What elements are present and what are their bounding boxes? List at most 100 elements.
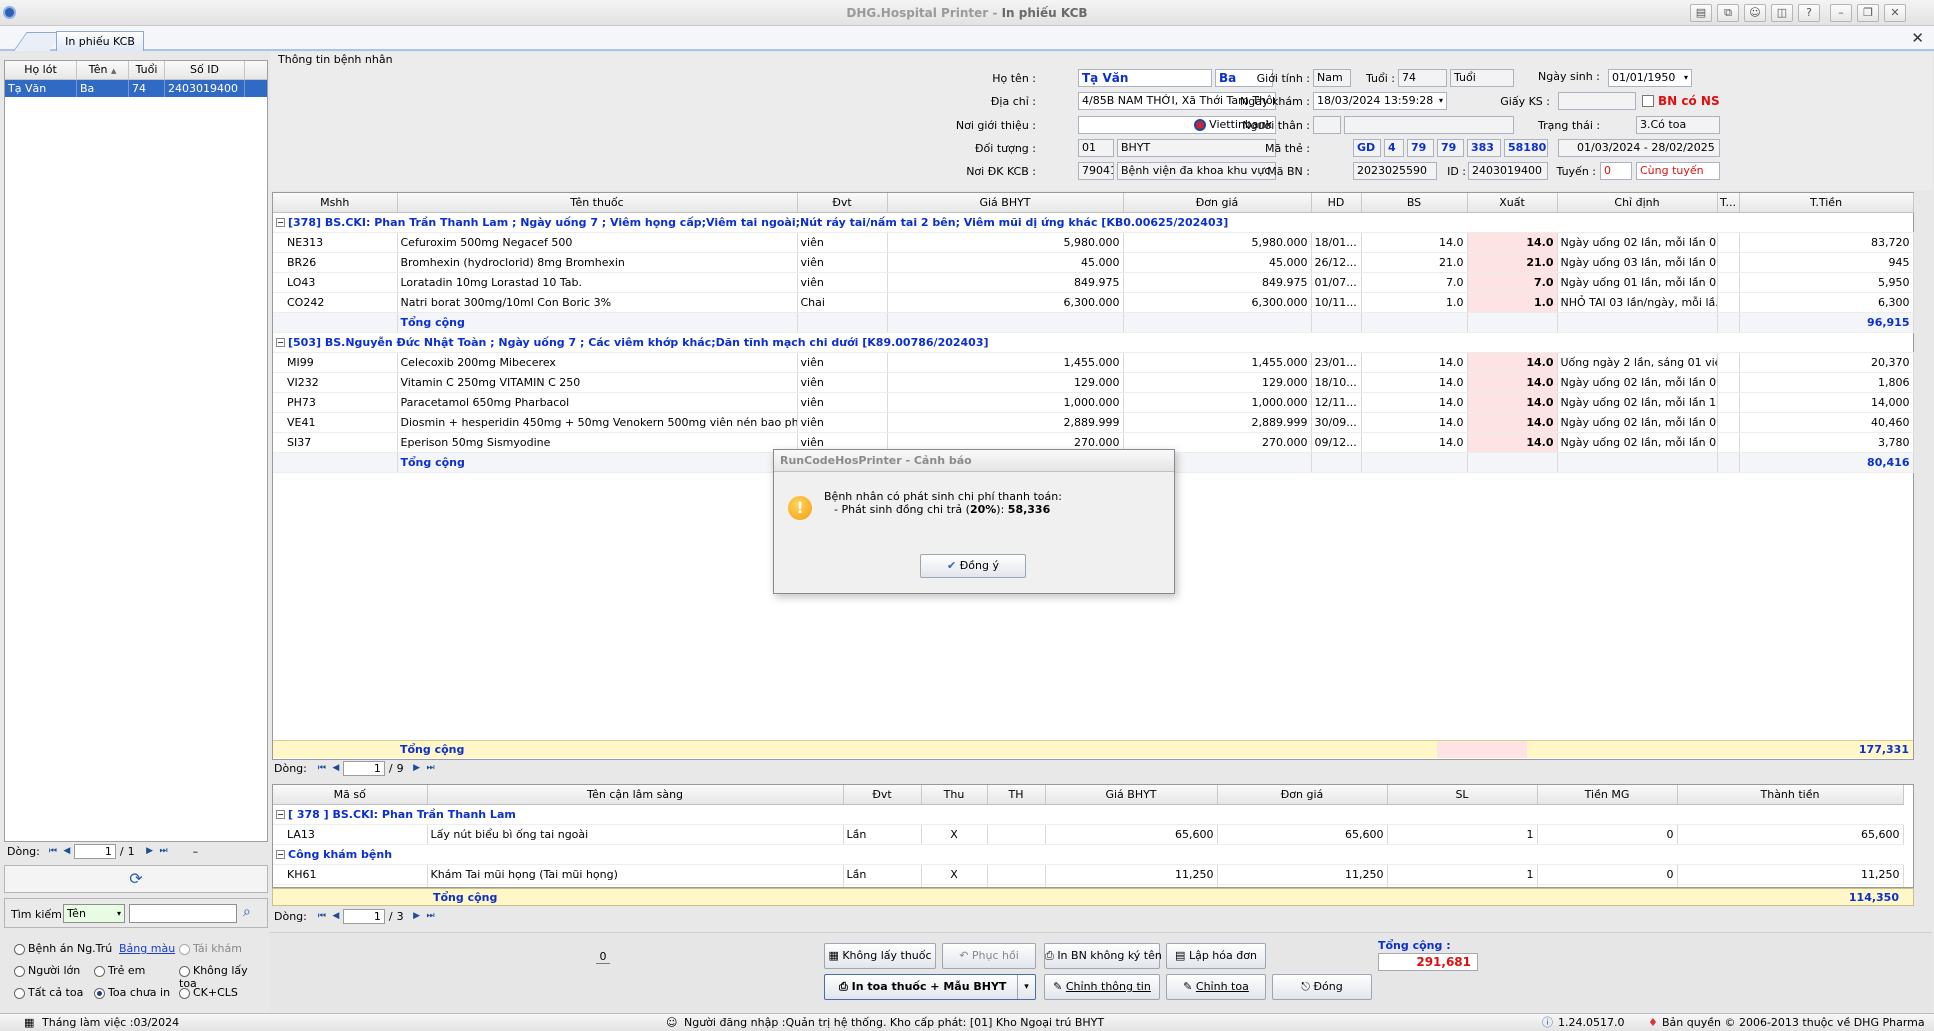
drug-col-8[interactable]: Chỉ định [1557,193,1718,213]
in-bn-button[interactable]: ⎙ In BN không ký tên [1044,943,1162,969]
cls-group-row[interactable]: −[ 378 ] BS.CKI: Phan Trần Thanh Lam [273,804,1903,825]
nguoi-than-field[interactable] [1344,116,1514,134]
next-page-icon[interactable]: ▶ [410,762,424,774]
drug-col-2[interactable]: Đvt [797,193,888,213]
noi-dk-code[interactable]: 79041 [1078,162,1114,180]
drug-col-0[interactable]: Mshh [273,193,398,213]
cls-col-4[interactable]: TH [987,785,1046,805]
next-page-icon[interactable]: ▶ [410,910,424,922]
cls-col-0[interactable]: Mã số [273,785,428,805]
col-ten[interactable]: Tên ▲ [77,61,129,79]
col-ho-lot[interactable]: Họ lót [5,61,77,79]
drug-col-5[interactable]: HD [1311,193,1362,213]
filter-ck-cls[interactable]: CK+CLS [179,986,238,999]
drug-col-10[interactable]: T.Tiền [1739,193,1914,213]
filter-tre-em[interactable]: Trẻ em [94,964,145,977]
first-page-icon[interactable]: ⏮ [315,762,329,774]
last-page-icon[interactable]: ⏭ [157,845,171,857]
filter-tat-ca-toa[interactable]: Tất cả toa [14,986,83,999]
drug-group-row[interactable]: − [503] BS.Nguyễn Đức Nhật Toàn ; Ngày uố… [273,332,1913,353]
cls-col-8[interactable]: Tiền MG [1537,785,1678,805]
drug-col-9[interactable]: T... [1717,193,1740,213]
phuc-hoi-button[interactable]: ↶ Phục hồi [942,943,1036,969]
drug-col-1[interactable]: Tên thuốc [397,193,798,213]
ngay-sinh-field[interactable]: 01/01/1950 ▾ [1608,69,1692,87]
doi-tuong-code[interactable]: 01 [1078,139,1114,157]
ma-the-6[interactable]: 58180 [1504,139,1548,157]
monitor-icon[interactable]: ⧉ [1717,4,1739,22]
bang-mau-link[interactable]: Bảng màu [119,942,175,955]
help-book-icon[interactable]: ▤ [1690,4,1712,22]
filter-tai-kham[interactable]: Tái khám [179,942,242,955]
close-window-button[interactable]: ✕ [1884,4,1906,22]
ma-the-4[interactable]: 79 [1437,139,1464,157]
drug-row[interactable]: MI99 Celecoxib 200mg Mibecerex viên 1,455.0… [273,352,1914,373]
tuyen-code[interactable]: 0 [1600,162,1632,180]
id-field[interactable]: 2403019400 [1468,162,1548,180]
drug-col-3[interactable]: Giá BHYT [887,193,1124,213]
tuoi-unit-field[interactable]: Tuổi [1450,69,1514,87]
patient-row-selected[interactable]: Tạ Văn Ba 74 2403019400 [5,80,267,97]
cls-col-7[interactable]: SL [1387,785,1538,805]
giay-ks-field[interactable] [1558,92,1636,110]
ma-the-2[interactable]: 4 [1384,139,1404,157]
cls-col-6[interactable]: Đơn giá [1217,785,1388,805]
collapse-icon[interactable]: − [276,338,285,347]
bn-co-ns-checkbox[interactable] [1642,95,1654,107]
ma-the-5[interactable]: 383 [1467,139,1501,157]
drug-col-6[interactable]: BS [1361,193,1468,213]
first-page-icon[interactable]: ⏮ [315,910,329,922]
users-icon[interactable]: ☺ [1744,4,1766,22]
khong-lay-thuoc-button[interactable]: ▦ Không lấy thuốc [824,943,936,969]
prev-page-icon[interactable]: ◀ [329,762,343,774]
cls-col-9[interactable]: Thành tiền [1677,785,1904,805]
prev-page-icon[interactable]: ◀ [329,910,343,922]
col-so-id[interactable]: Số ID [165,61,245,79]
drug-col-7[interactable]: Xuất [1467,193,1558,213]
ho-ten-field[interactable]: Tạ Văn [1078,69,1212,87]
drug-row[interactable]: LO43 Loratadin 10mg Lorastad 10 Tab. viên 8… [273,272,1914,293]
drug-group-row[interactable]: − [378] BS.CKI: Phan Trần Thanh Lam ; Ngà… [273,212,1913,233]
ok-button[interactable]: ✔ Đồng ý [920,554,1026,578]
cls-col-5[interactable]: Giá BHYT [1045,785,1218,805]
search-field-select[interactable]: Tên ▾ [63,904,125,923]
drug-row[interactable]: VI232 Vitamin C 250mg VITAMIN C 250 viên 12… [273,372,1914,393]
first-page-icon[interactable]: ⏮ [46,845,60,857]
col-tuoi[interactable]: Tuổi [129,61,165,79]
search-input[interactable] [129,904,237,923]
drug-row[interactable]: VE41 Diosmin + hesperidin 450mg + 50mg Ve… [273,412,1914,433]
ma-the-3[interactable]: 79 [1407,139,1434,157]
cls-group-row[interactable]: − Công khám bệnh [273,844,1903,865]
last-page-icon[interactable]: ⏭ [424,910,438,922]
lap-hoa-don-button[interactable]: ▤ Lập hóa đơn [1166,943,1266,969]
cls-col-3[interactable]: Thu [921,785,988,805]
next-page-icon[interactable]: ▶ [143,845,157,857]
collapse-icon[interactable]: – [193,845,199,858]
last-page-icon[interactable]: ⏭ [424,762,438,774]
page-input[interactable]: 1 [342,908,385,924]
filter-benh-an[interactable]: Bệnh án Ng.Trú [14,942,112,955]
drug-row[interactable]: BR26 Bromhexin (hydroclorid) 8mg Bromhexi… [273,252,1914,273]
search-icon[interactable]: ⌕ [243,904,251,920]
filter-toa-chua-in[interactable]: Toa chưa in [94,986,170,999]
in-toa-thuoc-button[interactable]: ⎙ In toa thuốc + Mẫu BHYT ▾ [824,974,1036,1000]
cls-row[interactable]: KH61 Khám Tai mũi họng (Tai mũi họng) Lần X… [273,864,1904,885]
chinh-thong-tin-button[interactable]: ✎ Chỉnh thông tin [1044,974,1160,1000]
close-tab-icon[interactable]: ✕ [1911,29,1924,47]
dong-button[interactable]: ⎋ Đóng [1272,974,1372,1000]
cls-col-2[interactable]: Đvt [843,785,922,805]
han-the-field[interactable]: 01/03/2024 - 28/02/2025 [1558,139,1720,157]
ma-bn-field[interactable]: 2023025590 [1353,162,1437,180]
dropdown-arrow-icon[interactable]: ▾ [1017,975,1035,999]
help-button[interactable]: ? [1798,4,1820,22]
collapse-icon[interactable]: − [276,218,285,227]
collapse-icon[interactable]: − [276,810,285,819]
tab-in-phieu-kcb[interactable]: In phiếu KCB [56,31,144,51]
prev-page-icon[interactable]: ◀ [60,845,74,857]
gioi-tinh-field[interactable]: Nam [1313,69,1351,87]
trang-thai-field[interactable]: 3.Có toa [1636,116,1720,134]
page-input[interactable]: 1 [342,760,385,776]
tuoi-field[interactable]: 74 [1398,69,1447,87]
cls-col-1[interactable]: Tên cận lâm sàng [427,785,844,805]
ngay-kham-field[interactable]: 18/03/2024 13:59:28 ▾ [1313,92,1447,110]
